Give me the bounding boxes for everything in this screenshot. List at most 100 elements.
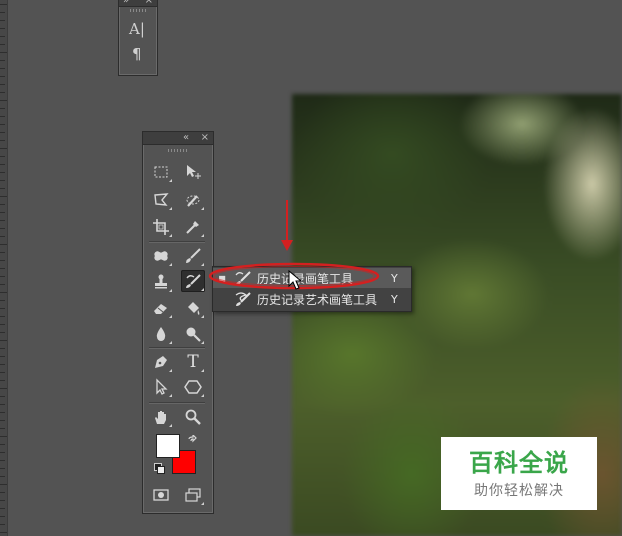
eraser-tool[interactable] [149,297,173,319]
ruler-tick [0,116,5,117]
zoom-tool[interactable] [181,406,205,428]
ruler-tick [0,92,5,93]
quick-mask-mode[interactable] [149,484,173,506]
ruler-tick [0,412,5,413]
blur-tool[interactable] [149,323,173,345]
magnifier-icon [185,409,201,425]
clone-stamp-tool[interactable] [149,271,173,293]
brush-tool[interactable] [181,245,205,267]
ruler-tick [0,308,5,309]
dodge-tool[interactable] [181,323,205,345]
panel-header: » × [119,0,157,7]
rectangular-marquee-tool[interactable] [149,161,173,183]
ruler-tick [0,196,7,197]
ruler-tick [0,324,5,325]
foreground-color-swatch[interactable] [156,434,180,458]
water-drop-icon [156,327,166,341]
ruler-tick [0,532,7,533]
paint-bucket-tool[interactable] [181,297,205,319]
default-colors-icon[interactable] [154,463,165,474]
character-panel-icon[interactable]: A| [129,20,145,38]
crop-tool[interactable] [149,216,173,238]
tools-panel: « × T [142,131,214,514]
eyedropper-tool[interactable] [181,216,205,238]
flyout-item-history-brush[interactable]: ■ 历史记录画笔工具 Y [213,268,411,288]
healing-brush-tool[interactable] [149,245,173,267]
ruler-tick [0,444,5,445]
type-tool[interactable]: T [181,351,205,373]
flyout-item-art-history-brush[interactable]: 历史记录艺术画笔工具 Y [213,289,411,309]
ruler-tick [0,436,7,437]
character-paragraph-panel: » × A| ¶ [118,0,158,76]
close-icon[interactable]: × [201,132,209,144]
pen-tool[interactable] [149,351,173,373]
art-history-brush-icon [235,292,251,306]
quick-mask-icon [153,489,169,501]
ruler-tick [0,316,5,317]
history-brush-icon [235,271,251,285]
crop-icon [153,219,169,235]
ruler-tick [0,356,5,357]
type-t-icon: T [187,352,199,372]
ruler-tick [0,12,5,13]
panel-grip[interactable] [168,149,188,152]
ruler-tick [0,100,7,101]
hand-icon [155,411,166,424]
ruler-tick [0,524,5,525]
close-icon[interactable]: × [145,0,153,7]
panel-grip[interactable] [130,9,146,12]
history-brush-flyout-menu: ■ 历史记录画笔工具 Y 历史记录艺术画笔工具 Y [212,266,412,312]
ruler-tick [0,300,5,301]
path-selection-tool[interactable] [149,376,173,398]
ruler-tick [0,420,5,421]
ruler-tick [0,140,5,141]
screen-mode[interactable] [181,484,205,506]
ruler-tick [0,292,7,293]
ruler-tick [0,340,7,341]
ruler-tick [0,148,7,149]
ruler-tick [0,236,5,237]
history-brush-tool[interactable] [181,270,205,292]
ruler-tick [0,172,5,173]
lasso-tool[interactable] [149,189,173,211]
ruler-tick [0,276,5,277]
ruler-tick [0,68,5,69]
ruler-tick [0,468,5,469]
stamp-icon [155,274,167,289]
collapse-panel-icon[interactable]: « [183,132,189,144]
ruler-tick [0,500,5,501]
pen-nib-icon [155,356,167,368]
ruler-tick [0,388,7,389]
ruler-tick [0,484,7,485]
ruler-tick [0,348,5,349]
ruler-tick [0,516,5,517]
flyout-item-label: 历史记录画笔工具 [257,271,354,286]
expand-panel-icon[interactable]: » [123,0,129,7]
selected-marker: ■ [218,273,226,283]
paragraph-panel-icon[interactable]: ¶ [132,45,142,63]
quick-selection-tool[interactable] [181,189,205,211]
ruler-tick [0,492,5,493]
tool-group-divider [149,402,205,404]
move-tool[interactable] [181,161,205,183]
ruler-tick [0,52,7,53]
ruler-tick [0,124,5,125]
swap-colors-icon[interactable] [187,432,199,444]
ruler-tick [0,108,5,109]
ruler-tick [0,428,5,429]
ruler-tick [0,228,5,229]
ruler-tick [0,452,5,453]
vertical-ruler [0,0,8,536]
paint-bucket-icon [188,302,200,315]
polygonal-lasso-icon [154,193,169,206]
shortcut-key: Y [391,292,398,306]
eyedropper-icon [186,221,199,234]
ruler-tick [0,76,5,77]
ruler-tick [0,508,5,509]
eraser-icon [154,304,167,314]
shape-tool[interactable] [181,376,205,398]
watermark-logo: 百科全说 助你轻松解决 [441,437,597,510]
rectangular-marquee-icon [154,166,168,178]
hand-tool[interactable] [149,406,173,428]
ruler-tick [0,268,5,269]
